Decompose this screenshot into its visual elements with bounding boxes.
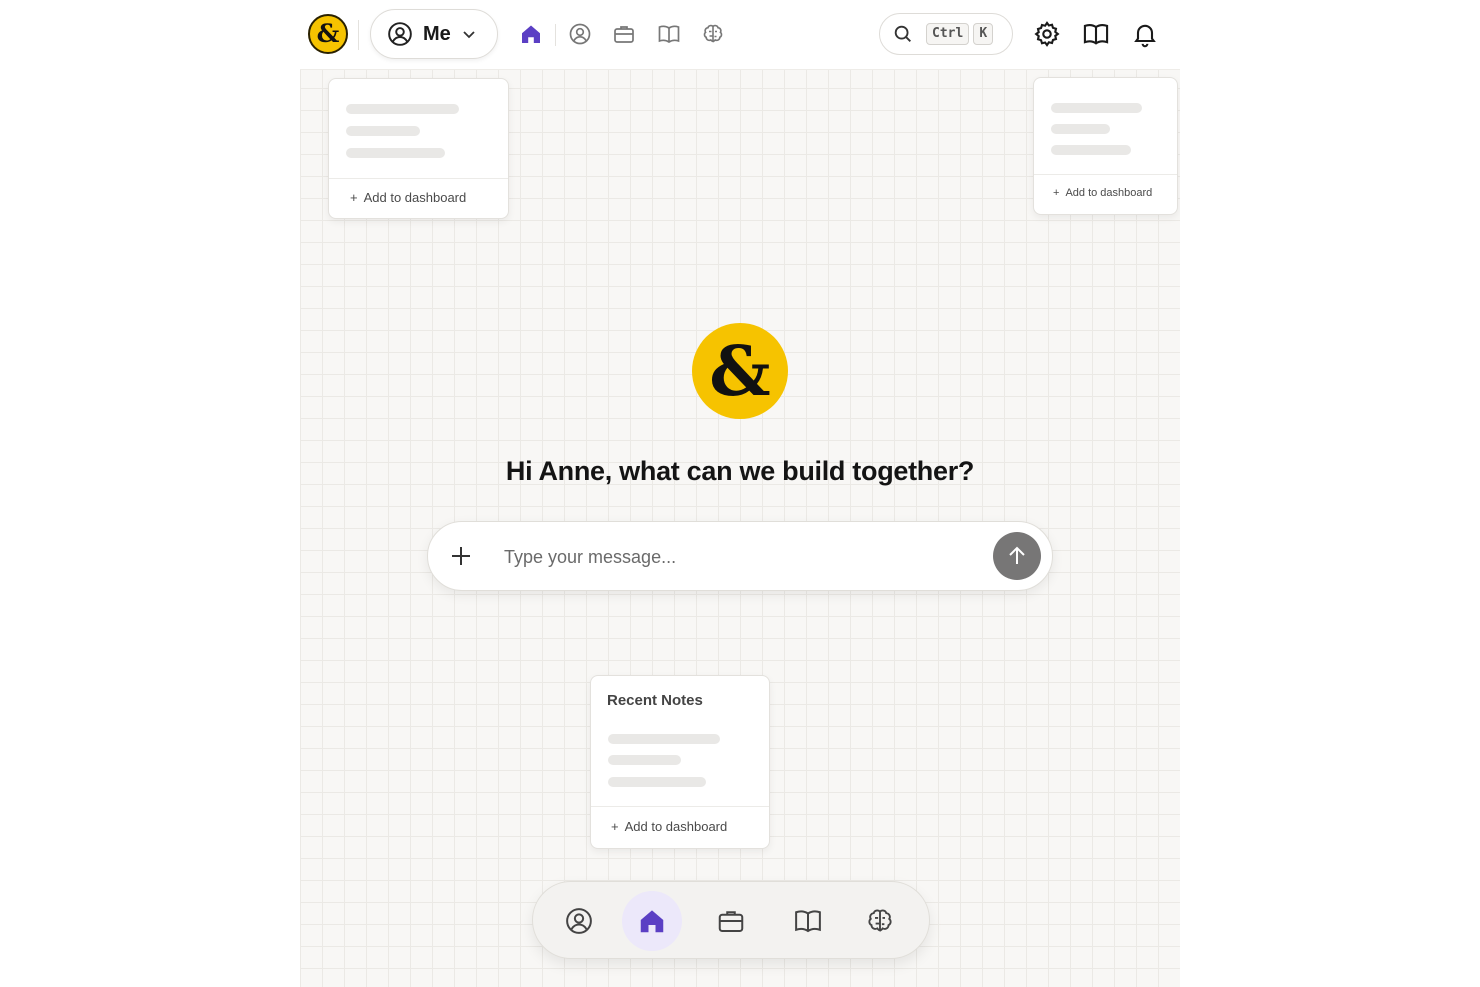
skeleton-line	[608, 734, 720, 744]
card-divider	[591, 806, 769, 807]
card-divider	[329, 178, 508, 179]
bell-icon[interactable]	[1131, 20, 1159, 48]
book-icon[interactable]	[657, 22, 681, 46]
add-to-dashboard-label: Add to dashboard	[624, 819, 728, 834]
book-icon	[795, 910, 821, 933]
ampersand-logo[interactable]: &	[308, 14, 348, 54]
brain-icon[interactable]	[701, 22, 725, 46]
brain-icon	[868, 909, 892, 932]
briefcase-icon[interactable]	[612, 22, 636, 46]
add-to-dashboard-label: Add to dashboard	[363, 190, 467, 205]
dock-item-profile[interactable]	[549, 891, 609, 951]
dashboard-card: + Add to dashboard	[1033, 77, 1178, 215]
plus-icon: +	[350, 190, 358, 205]
add-to-dashboard-button[interactable]: + Add to dashboard	[1034, 187, 1177, 199]
skeleton-line	[608, 755, 681, 765]
chevron-down-icon	[463, 31, 475, 39]
bottom-dock	[532, 881, 930, 959]
plus-icon: +	[1053, 187, 1060, 199]
search-button[interactable]: Ctrl K	[879, 13, 1013, 55]
arrow-up-icon	[1009, 546, 1025, 564]
home-icon	[640, 910, 664, 933]
dock-item-work[interactable]	[701, 891, 761, 951]
greeting-heading: Hi Anne, what can we build together?	[505, 456, 975, 486]
attach-plus-icon[interactable]	[448, 543, 474, 569]
svg-text:&: &	[709, 332, 770, 412]
top-bar: & Me Ctrl K	[300, 0, 1180, 70]
divider	[555, 24, 556, 46]
skeleton-line	[346, 126, 420, 136]
profile-selector[interactable]: Me	[370, 9, 498, 59]
message-composer	[427, 521, 1053, 591]
dashboard-card: + Add to dashboard	[328, 78, 509, 219]
search-icon	[894, 25, 911, 42]
home-icon[interactable]	[519, 22, 543, 46]
skeleton-line	[346, 104, 459, 114]
skeleton-line	[608, 777, 706, 787]
profile-icon[interactable]	[568, 22, 592, 46]
settings-icon[interactable]	[1033, 20, 1061, 48]
skeleton-line	[1051, 145, 1131, 155]
add-to-dashboard-button[interactable]: + Add to dashboard	[329, 190, 508, 205]
card-divider	[1034, 174, 1177, 175]
profile-selector-label: Me	[423, 22, 451, 45]
skeleton-line	[1051, 124, 1110, 134]
divider	[358, 20, 359, 50]
plus-icon: +	[611, 819, 619, 834]
add-to-dashboard-label: Add to dashboard	[1065, 187, 1153, 199]
skeleton-line	[346, 148, 445, 158]
message-input[interactable]	[504, 540, 984, 574]
dock-item-brain[interactable]	[850, 891, 910, 951]
guide-book-icon[interactable]	[1082, 20, 1110, 48]
user-circle-icon	[388, 22, 412, 46]
dock-item-home[interactable]	[622, 891, 682, 951]
add-to-dashboard-button[interactable]: + Add to dashboard	[591, 819, 769, 834]
dock-item-library[interactable]	[778, 891, 838, 951]
briefcase-icon	[718, 911, 744, 932]
recent-notes-card: Recent Notes + Add to dashboard	[590, 675, 770, 849]
recent-notes-title: Recent Notes	[607, 692, 703, 709]
shortcut-k-key: K	[973, 23, 994, 45]
shortcut-ctrl-key: Ctrl	[926, 23, 970, 45]
app-canvas: & Me Ctrl K + Add to dashboard + Add to …	[300, 0, 1180, 987]
send-button[interactable]	[993, 532, 1041, 580]
skeleton-line	[1051, 103, 1142, 113]
svg-text:&: &	[317, 18, 340, 48]
ampersand-logo-large: &	[692, 323, 788, 419]
profile-icon	[566, 908, 592, 934]
